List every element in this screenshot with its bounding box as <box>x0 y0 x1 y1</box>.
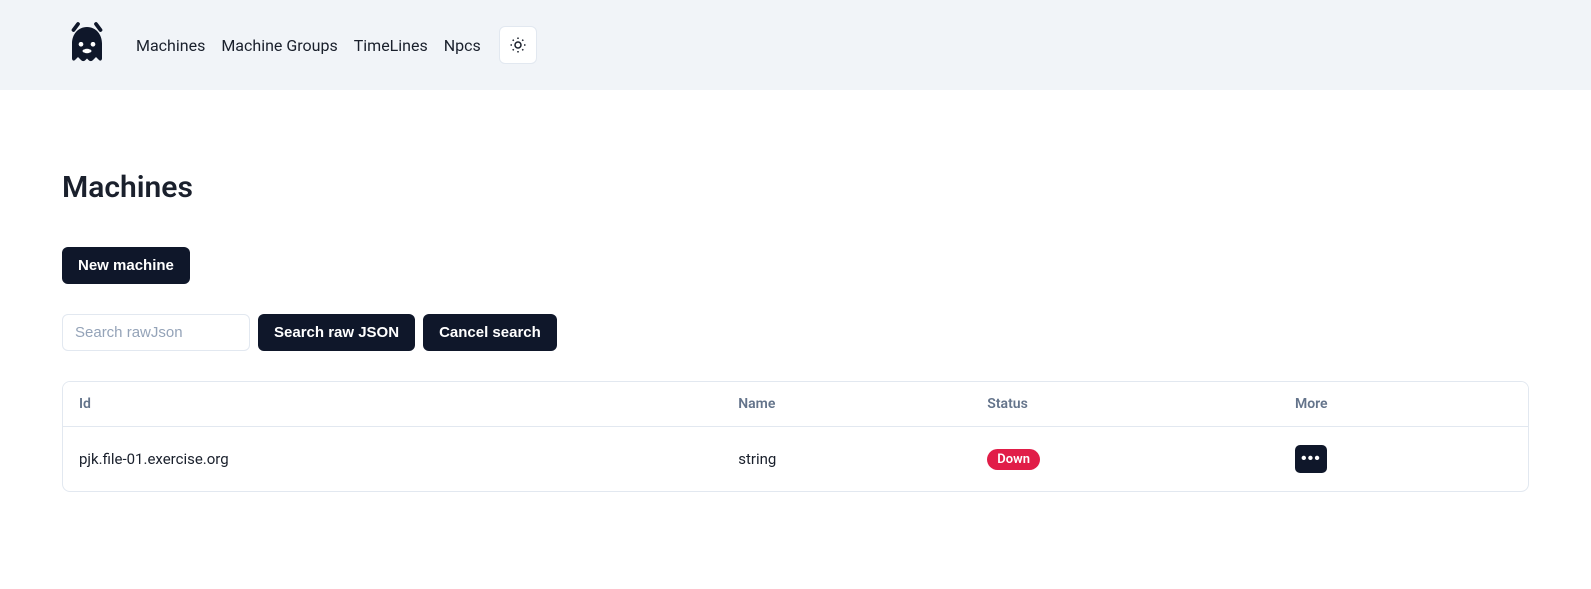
cell-id: pjk.file-01.exercise.org <box>63 427 722 492</box>
search-input[interactable] <box>62 314 250 351</box>
ellipsis-icon: ••• <box>1301 451 1321 467</box>
sun-icon <box>509 36 527 54</box>
nav-item-machines[interactable]: Machines <box>136 36 205 55</box>
more-actions-button[interactable]: ••• <box>1295 445 1327 473</box>
cell-status: Down <box>971 427 1279 492</box>
nav-item-timelines[interactable]: TimeLines <box>354 36 428 55</box>
cell-name: string <box>722 427 971 492</box>
table-header-row: Id Name Status More <box>63 382 1528 427</box>
ghost-logo-icon <box>63 21 111 69</box>
status-badge: Down <box>987 449 1040 470</box>
main-content: Machines New machine Search raw JSON Can… <box>0 90 1591 532</box>
nav-item-machine-groups[interactable]: Machine Groups <box>221 36 337 55</box>
page-title: Machines <box>62 170 1529 205</box>
main-nav: Machines Machine Groups TimeLines Npcs <box>136 26 537 64</box>
cancel-search-button[interactable]: Cancel search <box>423 314 557 351</box>
table-header-id: Id <box>63 382 722 427</box>
cell-more: ••• <box>1279 427 1528 492</box>
table-header-status: Status <box>971 382 1279 427</box>
machines-table: Id Name Status More pjk.file-01.exercise… <box>63 382 1528 491</box>
app-header: Machines Machine Groups TimeLines Npcs <box>0 0 1591 90</box>
logo <box>62 20 112 70</box>
machines-table-wrapper: Id Name Status More pjk.file-01.exercise… <box>62 381 1529 492</box>
table-header-more: More <box>1279 382 1528 427</box>
nav-item-npcs[interactable]: Npcs <box>444 36 481 55</box>
theme-toggle-button[interactable] <box>499 26 537 64</box>
table-row: pjk.file-01.exercise.org string Down ••• <box>63 427 1528 492</box>
table-header-name: Name <box>722 382 971 427</box>
new-machine-button[interactable]: New machine <box>62 247 190 284</box>
search-row: Search raw JSON Cancel search <box>62 314 1529 351</box>
search-raw-json-button[interactable]: Search raw JSON <box>258 314 415 351</box>
